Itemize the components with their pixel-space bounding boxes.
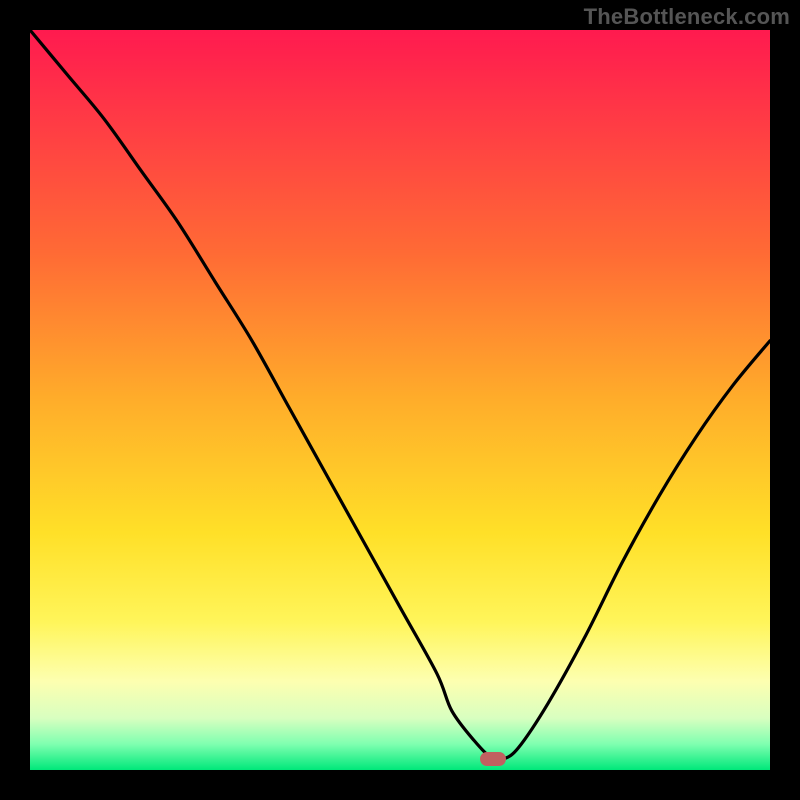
- bottleneck-curve: [30, 30, 770, 770]
- watermark-text: TheBottleneck.com: [584, 4, 790, 30]
- optimal-point-marker: [480, 752, 506, 766]
- plot-area: [30, 30, 770, 770]
- chart-frame: TheBottleneck.com: [0, 0, 800, 800]
